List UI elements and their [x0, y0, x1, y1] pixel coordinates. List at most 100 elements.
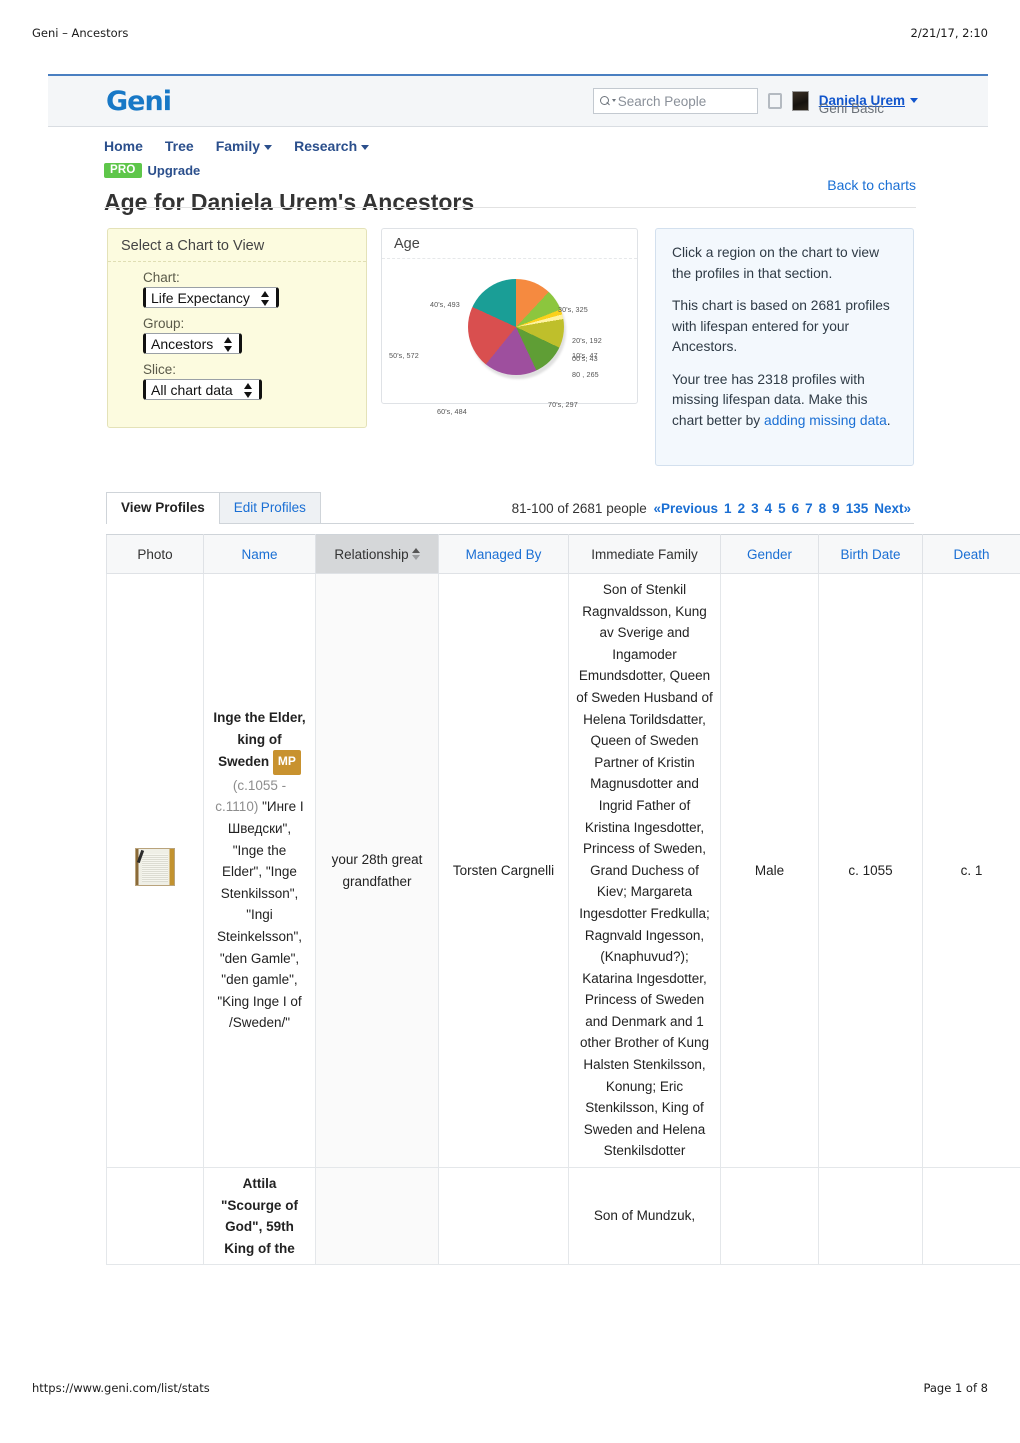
- slice-field-label: Slice:: [143, 362, 177, 377]
- column-header-birth-date[interactable]: Birth Date: [818, 534, 923, 574]
- pagination-page-3[interactable]: 3: [751, 501, 759, 516]
- column-header-photo: Photo: [106, 534, 204, 574]
- pagination-summary: 81-100 of 2681 people: [511, 501, 647, 516]
- pie-label-7: 50's, 572: [389, 351, 419, 360]
- info-line-2: This chart is based on 2681 profiles wit…: [672, 298, 890, 354]
- pie-label-8: 40's, 493: [430, 300, 460, 309]
- search-placeholder: Search People: [617, 93, 707, 109]
- table-row[interactable]: Attila "Scourge of God", 59th King of th…: [106, 1167, 1020, 1266]
- tab-edit-profiles[interactable]: Edit Profiles: [218, 492, 321, 523]
- slice-field: Slice: All chart data: [143, 362, 366, 400]
- print-footer: https://www.geni.com/list/stats Page 1 o…: [0, 1381, 1020, 1395]
- print-page: Geni – Ancestors 2/21/17, 2:10 Geni Sear…: [0, 0, 1020, 1443]
- info-line-1: Click a region on the chart to view the …: [672, 245, 880, 281]
- profile-aka: "Инге I Шведски", "Inge the Elder", "Ing…: [216, 799, 304, 1031]
- tab-view-profiles[interactable]: View Profiles: [106, 492, 220, 524]
- pagination-page-7[interactable]: 7: [805, 501, 813, 516]
- pagination-page-5[interactable]: 5: [778, 501, 786, 516]
- user-tier: Geni Basic: [818, 101, 884, 116]
- cell-name[interactable]: Inge the Elder, king of Sweden MP (c.105…: [203, 573, 316, 1169]
- topbar-right-group: Search People 0 Daniela Urem Geni Basic: [592, 88, 918, 115]
- inbox-icon[interactable]: 0: [767, 93, 782, 109]
- pagination-page-8[interactable]: 8: [819, 501, 827, 516]
- table-row[interactable]: Inge the Elder, king of Sweden MP (c.105…: [106, 573, 1020, 1169]
- stepper-arrows-icon: [260, 291, 270, 306]
- group-select[interactable]: Ancestors: [143, 333, 243, 354]
- pagination-page-1[interactable]: 1: [724, 501, 732, 516]
- select-chart-panel-title: Select a Chart to View: [108, 229, 366, 262]
- upgrade-link[interactable]: Upgrade: [148, 163, 201, 178]
- column-header-immediate-family: Immediate Family: [568, 534, 721, 574]
- print-header-timestamp: 2/21/17, 2:10: [910, 26, 988, 40]
- stepper-arrows-icon: [224, 337, 233, 352]
- cell-birth-date: c. 1055: [818, 573, 923, 1169]
- nav-item-home[interactable]: Home: [104, 138, 143, 154]
- profile-thumbnail[interactable]: [135, 848, 175, 887]
- page-title: Age for Daniela Urem's Ancestors: [104, 189, 475, 216]
- nav-item-research[interactable]: Research: [294, 138, 370, 154]
- chart-field: Chart: Life Expectancy: [143, 270, 366, 308]
- cell-relationship: your 28th great grandfather: [315, 573, 439, 1169]
- search-input[interactable]: Search People: [592, 88, 758, 114]
- info-line-3: Your tree has 2318 profiles with missing…: [672, 370, 897, 432]
- pagination-page-9[interactable]: 9: [832, 501, 840, 516]
- nav-item-family[interactable]: Family: [216, 138, 273, 154]
- pie-chart[interactable]: 30's, 325 20's, 192 10's, 47 00's, 43 80 , 2…: [382, 259, 637, 416]
- adding-missing-data-link[interactable]: adding missing data: [764, 413, 887, 428]
- cell-managed-by[interactable]: Torsten Cargnelli: [438, 573, 569, 1169]
- mp-badge: MP: [272, 750, 301, 775]
- nav-item-tree[interactable]: Tree: [165, 138, 194, 154]
- chart-select[interactable]: Life Expectancy: [143, 287, 279, 308]
- column-header-managed-by[interactable]: Managed By: [438, 534, 569, 574]
- main-nav: Home Tree Family Research: [104, 138, 370, 154]
- pie-label-5: 70's, 297: [548, 400, 578, 409]
- cell-birth-date: [818, 1167, 923, 1266]
- pagination-page-2[interactable]: 2: [738, 501, 746, 516]
- profile-name[interactable]: Attila "Scourge of God", 59th King of th…: [221, 1176, 298, 1256]
- chevron-down-icon: [264, 144, 273, 150]
- pie-label-3: 00's, 43: [572, 354, 598, 363]
- cell-immediate-family: Son of Stenkil Ragnvaldsson, Kung av Sve…: [568, 573, 721, 1169]
- back-to-charts-link[interactable]: Back to charts: [827, 177, 916, 193]
- column-header-name[interactable]: Name: [203, 534, 316, 574]
- chevron-down-icon: [910, 98, 918, 104]
- chart-field-label: Chart:: [143, 270, 180, 285]
- cell-gender: [720, 1167, 819, 1266]
- pagination-page-135[interactable]: 135: [846, 501, 869, 516]
- profiles-table: Photo Name Relationship Managed By Immed…: [106, 534, 1020, 1266]
- cell-photo[interactable]: [106, 573, 204, 1169]
- cell-gender: Male: [720, 573, 819, 1169]
- cell-death: c. 1: [922, 573, 1020, 1169]
- upgrade-row[interactable]: PRO Upgrade: [104, 163, 200, 178]
- pagination-page-4[interactable]: 4: [765, 501, 773, 516]
- profiles-tabstrip: View Profiles Edit Profiles 81-100 of 26…: [106, 492, 914, 524]
- avatar[interactable]: [791, 91, 809, 111]
- column-header-death[interactable]: Death: [922, 534, 1020, 574]
- pagination: 81-100 of 2681 people «Previous 1 2 3 4 5 6 7 8 9…: [512, 492, 914, 523]
- cell-name[interactable]: Attila "Scourge of God", 59th King of th…: [203, 1167, 316, 1266]
- pie-slices[interactable]: [468, 279, 564, 375]
- cell-managed-by: [438, 1167, 569, 1266]
- geni-logo[interactable]: Geni: [106, 86, 172, 117]
- sort-arrows-icon: [411, 547, 420, 560]
- print-footer-url: https://www.geni.com/list/stats: [32, 1381, 210, 1395]
- chart-info-panel: Click a region on the chart to view the …: [655, 228, 914, 466]
- cell-death: [922, 1167, 1020, 1266]
- chart-panel-title: Age: [382, 229, 637, 259]
- print-header: Geni – Ancestors 2/21/17, 2:10: [0, 26, 1020, 40]
- stepper-arrows-icon: [243, 383, 253, 398]
- column-header-relationship[interactable]: Relationship: [315, 534, 439, 574]
- pagination-previous[interactable]: «Previous: [654, 501, 719, 516]
- pie-wrap: [468, 279, 566, 379]
- title-divider: [104, 207, 916, 208]
- cell-immediate-family: Son of Mundzuk,: [568, 1167, 721, 1266]
- slice-select[interactable]: All chart data: [143, 379, 262, 400]
- user-menu[interactable]: Daniela Urem Geni Basic: [819, 93, 918, 115]
- pagination-page-6[interactable]: 6: [792, 501, 800, 516]
- search-icon: [599, 95, 616, 108]
- pie-label-6: 60's, 484: [437, 407, 467, 416]
- group-field: Group: Ancestors: [143, 316, 366, 354]
- column-header-gender[interactable]: Gender: [720, 534, 819, 574]
- pagination-next[interactable]: Next»: [874, 501, 911, 516]
- table-header-row: Photo Name Relationship Managed By Immed…: [106, 534, 1020, 574]
